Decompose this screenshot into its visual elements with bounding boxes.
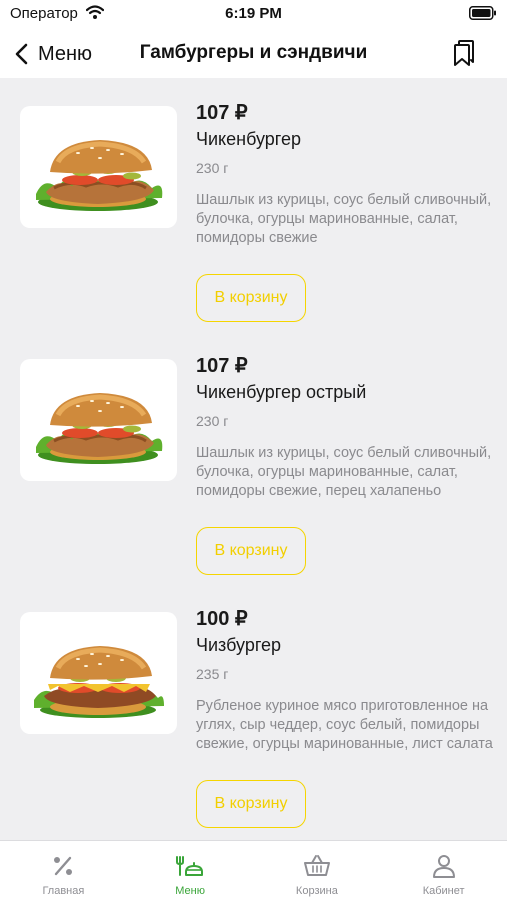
product-description: Рубленое куриное мясо приготовленное на … [196,698,493,752]
basket-icon [303,855,330,876]
product-name: Чикенбургер острый [196,382,367,402]
product-price: 107 ₽ [196,355,248,377]
product-description: Шашлык из курицы, соус белый сливочный, … [196,445,492,499]
product-weight: 230 г [196,160,229,176]
product-list[interactable]: 107 ₽ Чикенбургер 230 г Шашлык из курицы… [0,78,507,840]
product-price: 107 ₽ [196,102,248,124]
product-description: Шашлык из курицы, соус белый сливочный, … [196,192,492,246]
percent-icon [54,856,73,876]
product-card: 100 ₽ Чизбургер 235 г Рубленое куриное м… [0,584,507,837]
burger-image [36,393,163,464]
product-weight: 235 г [196,666,229,682]
status-time: 6:19 PM [225,5,282,22]
user-icon [432,855,455,878]
product-weight: 230 г [196,413,229,429]
back-button[interactable]: Меню [14,39,92,69]
tab-label: Кабинет [422,885,465,897]
back-button-label: Меню [38,42,93,65]
burger-image [34,646,164,718]
bookmark-button[interactable] [453,39,475,72]
product-price: 100 ₽ [196,608,248,630]
tab-label: Меню [175,885,205,897]
status-bar: Оператор 6:19 PM [0,0,507,30]
add-to-cart-button[interactable]: В корзину [196,527,306,575]
add-to-cart-button[interactable]: В корзину [196,274,306,322]
product-card: 107 ₽ Чикенбургер острый 230 г Шашлык из… [0,331,507,584]
chevron-left-icon [15,43,28,65]
add-to-cart-button[interactable]: В корзину [196,780,306,828]
navigation-bar: Меню Гамбургеры и сэндвичи [0,30,507,78]
product-image[interactable] [20,106,177,228]
tab-cart[interactable]: Корзина [254,841,381,900]
tab-label: Главная [42,885,85,897]
tab-bar: Главная Меню Корзина Кабинет [0,840,507,900]
battery-icon [469,6,496,20]
product-card: 107 ₽ Чикенбургер 230 г Шашлык из курицы… [0,78,507,331]
tab-account[interactable]: Кабинет [380,841,507,900]
product-image[interactable] [20,612,177,734]
tab-menu[interactable]: Меню [127,841,254,900]
burger-image [36,140,163,211]
bookmark-icon [454,40,474,66]
product-image[interactable] [20,359,177,481]
tab-home[interactable]: Главная [0,841,127,900]
product-name: Чикенбургер [196,129,301,149]
menu-food-icon [176,856,204,876]
tab-label: Корзина [295,885,338,897]
product-name: Чизбургер [196,635,282,655]
